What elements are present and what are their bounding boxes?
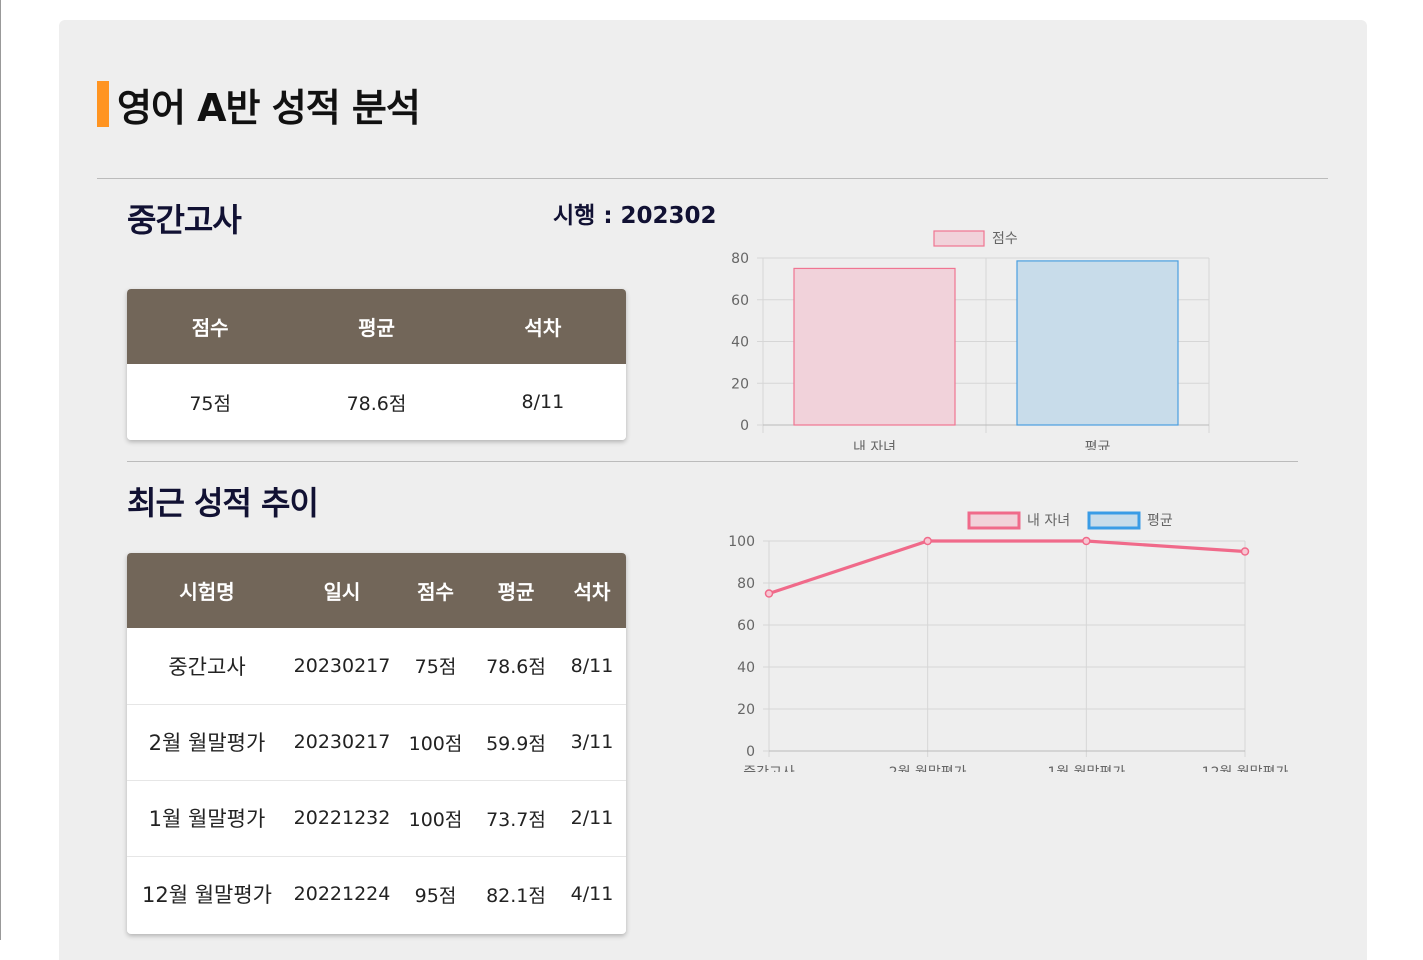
cell-date: 20230217 [287,704,397,781]
title-accent-bar [97,81,109,127]
line-chart-svg: 0 20 40 60 80 100 중간고사 2월 월말평가 1월 월말평가 12월 월말평가 내 … [728,511,1289,781]
y-tick-label: 60 [731,293,749,309]
cell-average: 73.7점 [474,780,558,857]
midterm-bar-chart: 0 20 40 60 80 내 자녀 평균 점수 [719,200,1219,456]
cell-date: 20230217 [287,628,397,705]
cell-score: 100점 [397,704,474,781]
recent-results-table: 시험명 일시 점수 평균 석차 중간고사 20230217 75점 78.6점 … [127,553,626,934]
cell-exam-name: 2월 월말평가 [127,704,287,781]
section-divider [127,461,1298,462]
x-tick-label: 평균 [1085,440,1111,450]
bar [1016,260,1179,426]
page-title: 영어 A반 성적 분석 [117,85,421,130]
col-header-exam-name: 시험명 [127,553,287,628]
cell-score: 75점 [397,628,474,705]
y-tick-label: 100 [728,534,755,550]
x-tick-label: 중간고사 [743,765,795,772]
y-tick-label: 60 [737,618,755,634]
cell-rank: 3/11 [558,704,626,781]
window-edge [0,0,1,940]
y-tick-label: 80 [731,251,749,267]
cell-exam-name: 12월 월말평가 [127,856,287,932]
col-header-score: 점수 [397,553,474,628]
x-tick-label: 내 자녀 [853,440,896,450]
y-tick-label: 40 [731,335,749,351]
y-tick-label: 0 [746,744,755,760]
data-point [1240,547,1250,556]
data-point [923,536,932,546]
cell-average: 78.6점 [293,364,460,440]
y-tick-label: 80 [737,576,755,592]
data-point [1082,536,1091,546]
cell-score: 100점 [397,780,474,857]
data-point [764,589,774,598]
col-header-average: 평균 [474,553,558,628]
recent-line-chart: 0 20 40 60 80 100 중간고사 2월 월말평가 1월 월말평가 12월 월말평가 내 … [719,482,1319,781]
col-header-average: 평균 [293,289,460,364]
legend-label: 내 자녀 [1027,513,1070,529]
table-row: 75점 78.6점 8/11 [127,364,626,440]
cell-exam-name: 1월 월말평가 [127,780,287,857]
y-tick-label: 0 [740,418,749,434]
legend-label: 점수 [992,231,1018,247]
x-tick-label: 12월 월말평가 [1202,765,1289,772]
y-tick-label: 20 [737,702,755,718]
bar [793,267,956,426]
table-row: 12월 월말평가 20221224 95점 82.1점 4/11 [127,856,626,932]
cell-exam-name: 중간고사 [127,628,287,705]
col-header-score: 점수 [127,289,294,364]
legend-label: 평균 [1147,513,1173,529]
page-header: 영어 A반 성적 분석 [97,80,421,130]
cell-rank: 4/11 [558,856,626,932]
cell-rank: 2/11 [558,780,626,857]
x-tick-label: 1월 월말평가 [1047,765,1125,772]
cell-rank: 8/11 [558,628,626,705]
cell-date: 20221232 [287,780,397,857]
table-row: 2월 월말평가 20230217 100점 59.9점 3/11 [127,704,626,781]
x-tick-label: 2월 월말평가 [889,765,967,772]
col-header-rank: 석차 [558,553,626,628]
table-row: 1월 월말평가 20221232 100점 73.7점 2/11 [127,780,626,857]
cell-average: 78.6점 [474,628,558,705]
series-line [768,539,1246,596]
legend-swatch [967,511,1021,530]
table-row: 중간고사 20230217 75점 78.6점 8/11 [127,628,626,705]
midterm-score-table: 점수 평균 석차 75점 78.6점 8/11 [127,289,626,440]
cell-date: 20221224 [287,856,397,932]
col-header-rank: 석차 [459,289,626,364]
cell-average: 82.1점 [474,856,558,932]
exam-date-label: 시행 : 202302 [553,203,717,229]
midterm-title: 중간고사 [127,201,242,239]
report-panel: 영어 A반 성적 분석 중간고사 시행 : 202302 점수 평균 석차 75… [59,20,1367,960]
header-divider [97,178,1328,179]
col-header-date: 일시 [287,553,397,628]
bar-chart-svg: 0 20 40 60 80 내 자녀 평균 점수 [731,230,1210,456]
cell-rank: 8/11 [459,364,626,440]
y-tick-label: 20 [731,376,749,392]
cell-score: 75점 [127,364,294,440]
legend-swatch [933,230,985,247]
cell-average: 59.9점 [474,704,558,781]
recent-title: 최근 성적 추이 [127,484,319,522]
legend-swatch [1087,511,1141,530]
y-tick-label: 40 [737,660,755,676]
cell-score: 95점 [397,856,474,932]
